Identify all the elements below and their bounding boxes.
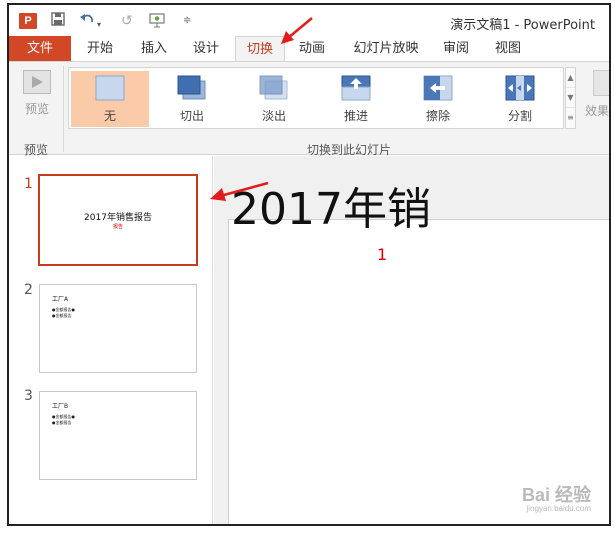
title-bar: P ▾ ↺ ≑ 演示文稿1 - PowerPoint [9, 5, 609, 36]
transition-push[interactable]: 推进 [317, 71, 395, 127]
fade-transition-icon [259, 75, 289, 101]
undo-icon[interactable] [79, 12, 95, 31]
preview-button[interactable]: 预览 [15, 68, 59, 126]
gallery-more-icon[interactable]: ≡ [566, 108, 575, 128]
push-transition-icon [341, 75, 371, 101]
preview-label: 预览 [24, 102, 49, 116]
save-icon[interactable] [51, 12, 65, 31]
slide-thumbnail-1[interactable]: 2017年销售报告 报告 [38, 174, 198, 266]
none-transition-icon [95, 75, 125, 101]
thumbnail-bullet: ●金额报告 [52, 313, 72, 318]
wipe-transition-icon [423, 75, 453, 101]
tab-design[interactable]: 设计 [183, 36, 229, 61]
thumbnail-bullet: ●金额报告● [52, 414, 75, 419]
transition-fade[interactable]: 淡出 [235, 71, 313, 127]
transition-label: 擦除 [425, 109, 450, 123]
transition-label: 无 [103, 109, 116, 123]
cut-transition-icon [177, 75, 207, 101]
slide-canvas[interactable] [228, 219, 609, 524]
customize-icon[interactable]: ≑ [183, 12, 191, 30]
gallery-scrollbar[interactable]: ▲ ▼ ≡ [565, 67, 576, 129]
baidu-watermark: Bai 经验 jingyan.baidu.com [522, 486, 591, 516]
gallery-down-icon[interactable]: ▼ [566, 88, 575, 108]
effect-options-label: 效果 [585, 104, 610, 118]
transition-label: 切出 [179, 109, 204, 123]
transition-cut[interactable]: 切出 [153, 71, 231, 127]
transition-label: 分割 [507, 109, 532, 123]
preview-icon [23, 70, 51, 94]
undo-dropdown-icon[interactable]: ▾ [97, 16, 101, 34]
transition-none[interactable]: 无 [71, 71, 149, 127]
tab-animations[interactable]: 动画 [289, 36, 335, 61]
slide-number: 2 [24, 282, 33, 298]
redo-icon[interactable]: ↺ [121, 12, 133, 30]
transition-wipe[interactable]: 擦除 [399, 71, 477, 127]
thumbnail-title: 2017年销售报告 [84, 213, 152, 223]
thumbnail-bullet: ●金额报告● [52, 307, 75, 312]
present-icon[interactable] [149, 12, 165, 33]
thumbnail-title: 工厂B [52, 403, 69, 410]
tab-insert[interactable]: 插入 [131, 36, 177, 61]
effect-options-icon [593, 70, 609, 96]
gallery-up-icon[interactable]: ▲ [566, 68, 575, 88]
tab-file[interactable]: 文件 [9, 36, 71, 61]
split-transition-icon [505, 75, 535, 101]
slide-number: 1 [24, 176, 33, 192]
powerpoint-logo-icon: P [19, 13, 37, 29]
transition-label: 推进 [343, 109, 368, 123]
tab-slideshow[interactable]: 幻灯片放映 [345, 36, 427, 61]
thumbnail-subtitle: 报告 [112, 224, 123, 230]
thumbnail-title: 工厂A [52, 296, 69, 303]
slide-thumbnail-2[interactable]: 工厂A ●金额报告● ●金额报告 [39, 284, 197, 373]
thumbnail-bullet: ●金额报告 [52, 420, 72, 425]
slide-subtitle-text[interactable]: 1 [377, 245, 387, 264]
ribbon-transitions: 预览 预览 无 切出 淡出 推进 擦除 分割 ▲ ▼ ≡ 效果 切换到此幻灯片 [9, 61, 610, 157]
effect-options-button[interactable]: 效果 [585, 68, 610, 126]
transition-label: 淡出 [261, 109, 286, 123]
transition-split[interactable]: 分割 [481, 71, 559, 127]
powerpoint-window: P ▾ ↺ ≑ 演示文稿1 - PowerPoint 文件 开始 插入 设计 切… [7, 3, 611, 526]
tab-view[interactable]: 视图 [485, 36, 531, 61]
tab-home[interactable]: 开始 [77, 36, 123, 61]
group-divider [63, 66, 64, 152]
slide-thumbnail-3[interactable]: 工厂B ●金额报告● ●金额报告 [39, 391, 197, 480]
slide-number: 3 [24, 388, 33, 404]
ribbon-tabs: 文件 开始 插入 设计 切换 动画 幻灯片放映 审阅 视图 [9, 36, 609, 62]
window-title: 演示文稿1 - PowerPoint [450, 18, 595, 33]
transition-gallery: 无 切出 淡出 推进 擦除 分割 [68, 67, 564, 129]
watermark-url: jingyan.baidu.com [526, 504, 591, 513]
tab-review[interactable]: 审阅 [433, 36, 479, 61]
slide-thumbnails-pane: 1 2017年销售报告 报告 2 工厂A ●金额报告● ●金额报告 3 工厂B … [9, 156, 213, 524]
slide-title-text[interactable]: 2017年销 [231, 173, 431, 237]
tab-transitions[interactable]: 切换 [235, 36, 285, 62]
